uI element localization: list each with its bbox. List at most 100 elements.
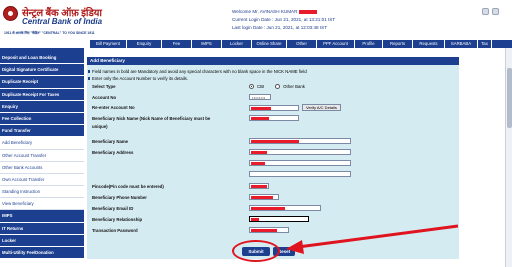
sidebar-item-it-returns[interactable]: IT Returns [0,222,84,235]
nav-reports[interactable]: Reports [383,40,413,48]
reenter-account-input[interactable] [249,104,299,111]
nav-tax[interactable]: Tax [478,40,492,48]
ben-name-input[interactable] [249,138,351,144]
sidebar-item-add-beneficiary[interactable]: Add Beneficiary [0,137,84,150]
nav-sarbaba[interactable]: SARBABA [445,40,478,48]
nav-ppf-account[interactable]: PPF Account [317,40,355,48]
sidebar-item-locker[interactable]: Locker [0,234,84,247]
redacted-value [251,117,269,120]
label-ben-name: Beneficiary Name [92,138,129,144]
txn-password-input[interactable] [249,227,289,233]
logout-icon[interactable] [492,8,499,15]
verify-account-button[interactable]: Verify A/C Details [302,104,341,111]
sidebar-item-other-bank-accounts[interactable]: Other Bank Accounts [0,161,84,174]
row-nick-name-cont: unique) [89,124,457,129]
row-select-type: Select Type CBI Other Bank [89,84,457,89]
row-relationship: Beneficiary Relationship [89,216,457,222]
current-login-text: Current Login Date : Jun 21, 2021, at 13… [232,17,336,22]
mandatory-note: Field names in bold are Mandatory and av… [88,69,307,74]
nav-requests[interactable]: Requests [413,40,445,48]
redacted-value [251,229,277,232]
nav-online-share[interactable]: Online Share [252,40,287,48]
account-no-value: •••••••• [252,95,266,100]
redacted-value [251,106,271,110]
redacted-value [251,196,273,199]
label-reenter-account: Re-enter Account No [92,105,135,110]
label-pincode: Pincode(Pin code must be entered) [92,183,164,189]
redacted-value [251,218,259,221]
row-reenter-account: Re-enter Account No Verify A/C Details [89,104,457,111]
label-account-no: Account No [92,94,117,100]
welcome-label: Welcome Mr. AVINASH KUMAR [232,9,298,14]
ben-address-line1[interactable] [249,149,351,155]
phone-input[interactable] [249,194,279,200]
redacted-name [298,9,317,14]
sidebar-item-imps[interactable]: IMPS [0,210,84,223]
row-ben-address-2 [89,160,457,166]
ben-address-line3[interactable] [249,171,351,177]
label-ben-address: Beneficiary Address [92,149,134,155]
redacted-value [251,185,267,188]
email-input[interactable] [249,205,321,211]
label-relationship: Beneficiary Relationship [92,216,143,222]
panel-title: Add Beneficiary [87,57,459,65]
radio-other-bank[interactable] [275,84,281,89]
row-txn-password: Transaction Password [89,227,457,233]
label-email: Beneficiary Email ID [92,205,134,211]
sidebar-item-duplicate-receipt[interactable]: Duplicate Receipt [0,76,84,89]
row-pincode: Pincode(Pin code must be entered) [89,183,457,189]
nick-name-input[interactable] [249,115,299,121]
row-ben-name: Beneficiary Name [89,138,457,144]
radio-other-bank-label: Other Bank [283,84,305,89]
pincode-input[interactable] [249,183,269,189]
sidebar-item-own-account-transfer[interactable]: Own Account Transfer [0,173,84,187]
nav-fee[interactable]: Fee [162,40,192,48]
label-txn-password: Transaction Password [92,227,138,233]
sidebar-item-duplicate-receipt-taxes[interactable]: Duplicate Receipt For Taxes [0,88,84,101]
nav-imps[interactable]: IMPS [192,40,222,48]
row-ben-address: Beneficiary Address [89,149,457,155]
sidebar: Deposit and Loan Booking Digital Signatu… [0,52,84,267]
nav-enquiry[interactable]: Enquiry [127,40,162,48]
redacted-value [251,162,265,165]
top-nav: Bill Payment Enquiry Fee IMPS Locker Onl… [90,40,512,48]
scrollbar-thumb[interactable] [507,68,512,128]
nav-locker[interactable]: Locker [222,40,252,48]
page-scrollbar[interactable] [505,48,512,267]
sidebar-item-multi-utility[interactable]: Multi-Utility Fee/Donation [0,247,84,260]
page-header: सेन्ट्रल बैंक ऑफ़ इंडिया Central Bank of… [0,0,512,40]
label-select-type: Select Type [92,84,116,89]
sidebar-item-deposit-loan[interactable]: Deposit and Loan Booking [0,52,84,65]
sidebar-item-other-account-transfer[interactable]: Other Account Transfer [0,149,84,162]
sidebar-item-enquiry[interactable]: Enquiry [0,100,84,113]
sidebar-item-fund-transfer[interactable]: Fund Transfer [0,125,84,138]
row-account-no: Account No •••••••• [89,94,457,100]
relationship-select[interactable] [249,216,309,222]
welcome-text: Welcome Mr. AVINASH KUMAR [232,9,317,14]
logo-english-text: Central Bank of India [22,17,103,26]
radio-cbi[interactable] [249,84,254,89]
row-phone: Beneficiary Phone Number [89,194,457,200]
logo-tagline: 1911 से आपके लिए "केंद्रित" "CENTRAL" TO… [4,31,95,35]
home-icon[interactable] [482,8,489,15]
row-ben-address-3 [89,171,457,177]
label-phone: Beneficiary Phone Number [92,194,147,200]
last-login-text: Last login Date : Jun 21, 2021, at 12:03… [232,25,328,30]
redacted-value [251,207,285,210]
sidebar-item-standing-instruction[interactable]: Standing Instruction [0,186,84,199]
radio-cbi-label: CBI [257,84,265,89]
sidebar-item-view-beneficiary[interactable]: View Beneficiary [0,198,84,211]
account-no-input[interactable]: •••••••• [249,94,271,100]
sidebar-item-digital-signature[interactable]: Digital Signature Certificate [0,64,84,77]
annotation-circle [232,240,280,262]
redacted-value [251,151,267,154]
label-nick-name: Beneficiary Nick Name (Nick Name of Bene… [92,115,211,121]
nav-other[interactable]: Other [287,40,317,48]
label-nick-name-cont: unique) [92,124,108,129]
bank-logo-icon [3,6,18,21]
sidebar-item-fee-collection[interactable]: Fee Collection [0,112,84,126]
row-nick-name: Beneficiary Nick Name (Nick Name of Bene… [89,115,457,121]
ben-address-line2[interactable] [249,160,351,166]
nav-bill-payment[interactable]: Bill Payment [90,40,127,48]
nav-profile[interactable]: Profile [355,40,383,48]
